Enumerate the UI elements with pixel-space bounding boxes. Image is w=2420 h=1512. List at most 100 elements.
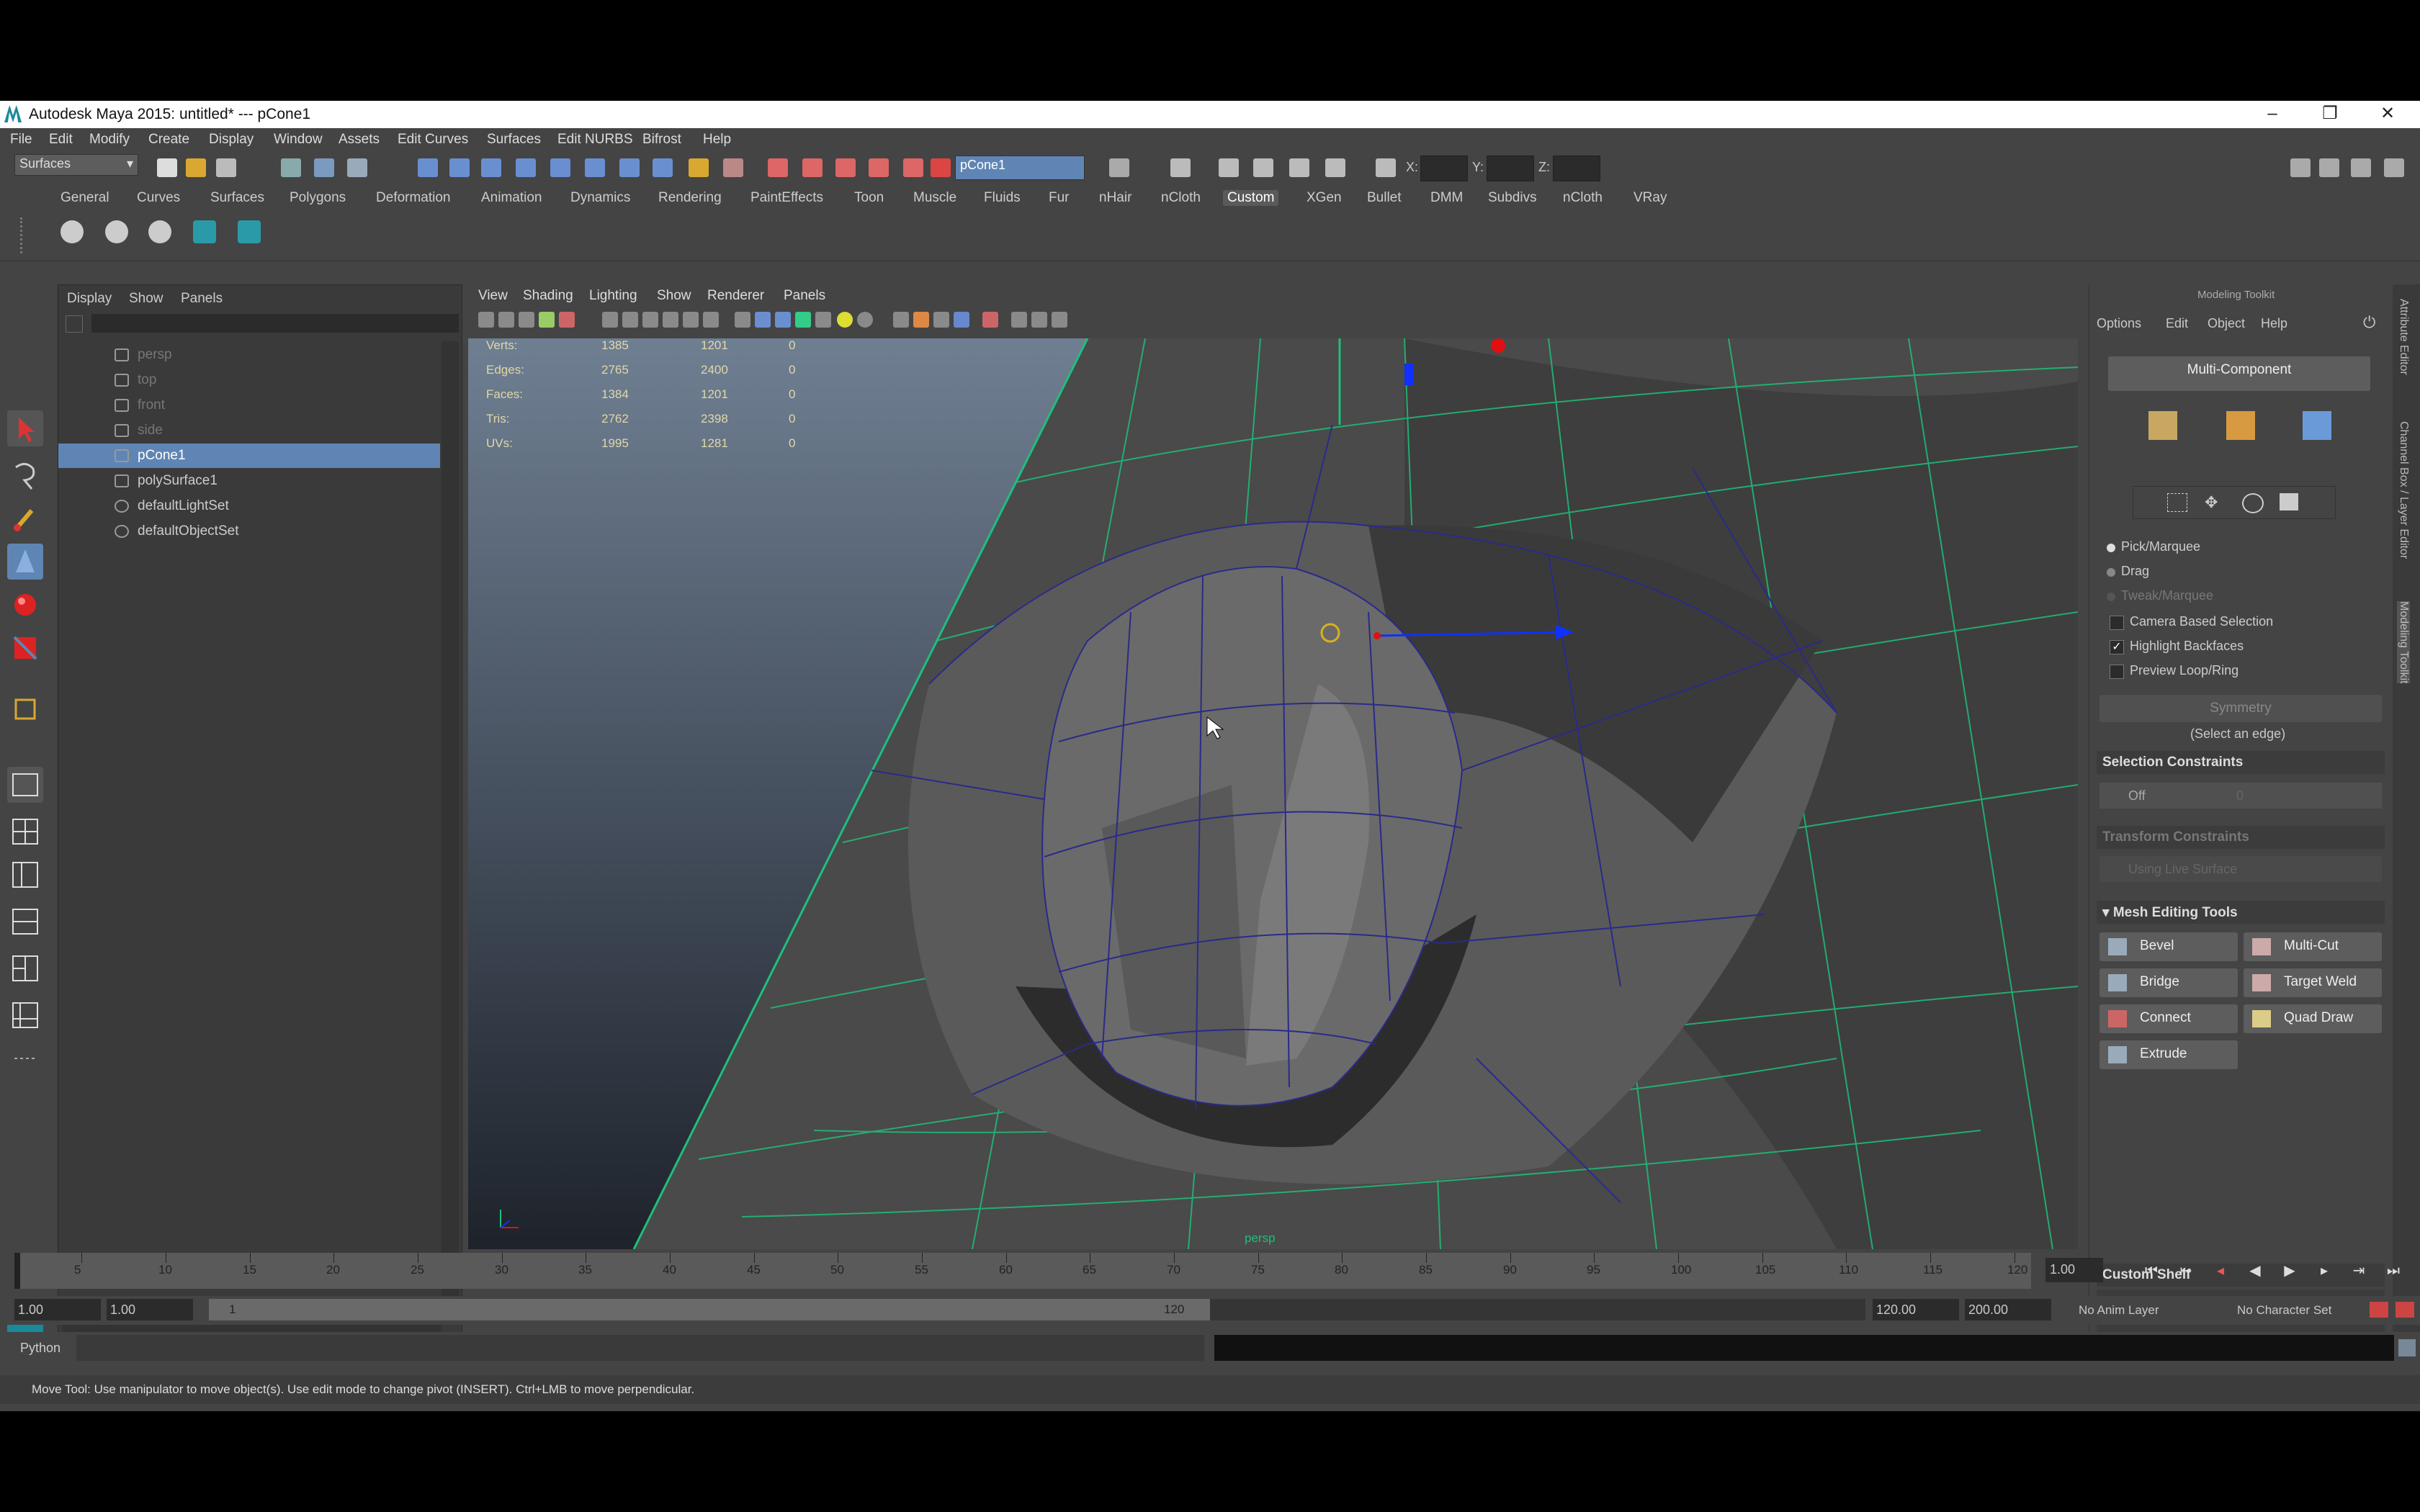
- safe-title-icon[interactable]: [703, 312, 719, 328]
- menu-edit[interactable]: Edit: [49, 132, 73, 148]
- y-field[interactable]: [1487, 156, 1534, 181]
- tab-ncloth-2[interactable]: nCloth: [1559, 190, 1607, 206]
- numeric-input-icon[interactable]: [1376, 158, 1396, 177]
- layout-hypershade-icon[interactable]: [7, 950, 43, 986]
- tab-nhair[interactable]: nHair: [1095, 190, 1136, 206]
- bookmarks-icon[interactable]: [519, 312, 534, 328]
- ipr-render-icon[interactable]: [802, 158, 823, 177]
- shelf-maya-script-2-icon[interactable]: [238, 220, 261, 243]
- outliner-filter-field[interactable]: [91, 314, 459, 333]
- layout-more-icon[interactable]: [7, 1040, 43, 1076]
- shadows-icon[interactable]: [857, 312, 873, 328]
- outliner-menu-display[interactable]: Display: [67, 291, 112, 307]
- xray-icon[interactable]: [795, 312, 811, 328]
- snap-surface-icon[interactable]: [550, 158, 570, 177]
- tab-rendering[interactable]: Rendering: [654, 190, 726, 206]
- wireframe-icon[interactable]: [735, 312, 750, 328]
- outliner-vertical-scrollbar[interactable]: [442, 341, 459, 1320]
- tab-dmm[interactable]: DMM: [1426, 190, 1467, 206]
- layout-persp-graph-icon[interactable]: [7, 904, 43, 940]
- step-back-key-icon[interactable]: ⇤: [2175, 1260, 2197, 1282]
- input-line-mode-icon[interactable]: [931, 158, 951, 177]
- lock-icon[interactable]: [689, 158, 709, 177]
- viewport-menu-shading[interactable]: Shading: [523, 288, 573, 304]
- tab-animation[interactable]: Animation: [477, 190, 547, 206]
- rename-icon[interactable]: [1289, 158, 1309, 177]
- playback-start-field[interactable]: 1.00: [107, 1299, 193, 1320]
- soft-select-icon[interactable]: [2242, 493, 2264, 513]
- safe-action-icon[interactable]: [683, 312, 699, 328]
- render-view-icon[interactable]: [903, 158, 923, 177]
- outliner-item[interactable]: persp: [58, 343, 440, 367]
- field-chart-icon[interactable]: [663, 312, 678, 328]
- tab-bullet[interactable]: Bullet: [1363, 190, 1406, 206]
- command-input[interactable]: [76, 1335, 1204, 1361]
- snap-view-icon[interactable]: [516, 158, 536, 177]
- attribute-editor-toggle-icon[interactable]: [2319, 158, 2339, 177]
- snap-point-icon[interactable]: [481, 158, 501, 177]
- layout-single-icon[interactable]: [7, 767, 43, 803]
- layout-persp-outliner-icon[interactable]: [7, 857, 43, 893]
- save-scene-icon[interactable]: [216, 158, 236, 177]
- tab-general[interactable]: General: [56, 190, 114, 206]
- outliner-item-selected[interactable]: pCone1: [58, 444, 440, 468]
- modeling-toolkit-toggle-icon[interactable]: [2290, 158, 2311, 177]
- restore-button[interactable]: ❐: [2308, 102, 2352, 125]
- tab-fur[interactable]: Fur: [1044, 190, 1074, 206]
- symmetry-button[interactable]: Symmetry: [2099, 695, 2382, 722]
- history-icon[interactable]: [619, 158, 640, 177]
- tab-deformation[interactable]: Deformation: [372, 190, 455, 206]
- tweak-marquee-radio[interactable]: [2107, 593, 2115, 601]
- anti-aliasing-icon[interactable]: [954, 312, 969, 328]
- time-slider[interactable]: 5 10 15 20 25 30 35 40 45 50 55 60 65 70 75 80 85 90 95 100…: [14, 1253, 2031, 1289]
- new-scene-icon[interactable]: [157, 158, 177, 177]
- x-field[interactable]: [1420, 156, 1468, 181]
- face-mode-icon[interactable]: [2303, 411, 2331, 440]
- ambient-occlusion-icon[interactable]: [913, 312, 929, 328]
- outliner-item[interactable]: top: [58, 368, 440, 392]
- mesh-editing-tools-header[interactable]: ▾ Mesh Editing Tools: [2097, 901, 2385, 924]
- tweak-select-icon[interactable]: [2280, 493, 2298, 510]
- play-backward-icon[interactable]: ◀: [2244, 1260, 2266, 1282]
- outliner-item[interactable]: defaultObjectSet: [58, 519, 440, 544]
- tab-toon[interactable]: Toon: [850, 190, 888, 206]
- animation-start-field[interactable]: 1.00: [14, 1299, 101, 1320]
- go-to-start-icon[interactable]: ⏮: [2141, 1260, 2162, 1282]
- outliner-item[interactable]: side: [58, 418, 440, 443]
- lasso-tool-icon[interactable]: [7, 457, 43, 493]
- viewport-menu-show[interactable]: Show: [657, 288, 691, 304]
- menu-surfaces[interactable]: Surfaces: [487, 132, 541, 148]
- absolute-transform-icon[interactable]: [1219, 158, 1239, 177]
- close-button[interactable]: ✕: [2366, 102, 2409, 125]
- multi-component-button[interactable]: Multi-Component: [2108, 356, 2370, 391]
- toolkit-menu-object[interactable]: Object: [2208, 316, 2245, 331]
- outliner-item[interactable]: polySurface1: [58, 469, 440, 493]
- z-field[interactable]: [1553, 156, 1600, 181]
- move-select-icon[interactable]: ✥: [2205, 493, 2223, 511]
- range-handle[interactable]: 1 120: [209, 1299, 1210, 1320]
- drag-radio[interactable]: [2107, 568, 2115, 577]
- viewport-menu-panels[interactable]: Panels: [784, 288, 825, 304]
- shelf-item-2-icon[interactable]: [105, 220, 128, 243]
- outliner-item[interactable]: front: [58, 393, 440, 418]
- rotate-tool-icon[interactable]: [7, 587, 43, 623]
- camera-based-selection-checkbox[interactable]: [2110, 616, 2124, 630]
- smooth-shade-icon[interactable]: [755, 312, 771, 328]
- isolate-select-icon[interactable]: [893, 312, 909, 328]
- custom-shelf-header[interactable]: Custom Shelf: [2097, 1264, 2385, 1287]
- menu-edit-nurbs[interactable]: Edit NURBS: [557, 132, 633, 148]
- relative-transform-icon[interactable]: [1253, 158, 1273, 177]
- vertex-mode-icon[interactable]: [2148, 411, 2177, 440]
- sidebar-toggle-icon[interactable]: [1109, 158, 1129, 177]
- menu-modify[interactable]: Modify: [89, 132, 130, 148]
- hypershade-icon[interactable]: [869, 158, 889, 177]
- minimize-button[interactable]: –: [2251, 102, 2294, 125]
- select-hierarchy-icon[interactable]: [281, 158, 301, 177]
- marquee-select-icon[interactable]: [2167, 493, 2187, 512]
- camera-attributes-icon[interactable]: [498, 312, 514, 328]
- selection-constraints-header[interactable]: Selection Constraints: [2097, 751, 2385, 774]
- snap-grid-icon[interactable]: [418, 158, 438, 177]
- outliner-item[interactable]: defaultLightSet: [58, 494, 440, 518]
- open-scene-icon[interactable]: [186, 158, 206, 177]
- shelf-item-3-icon[interactable]: [148, 220, 171, 243]
